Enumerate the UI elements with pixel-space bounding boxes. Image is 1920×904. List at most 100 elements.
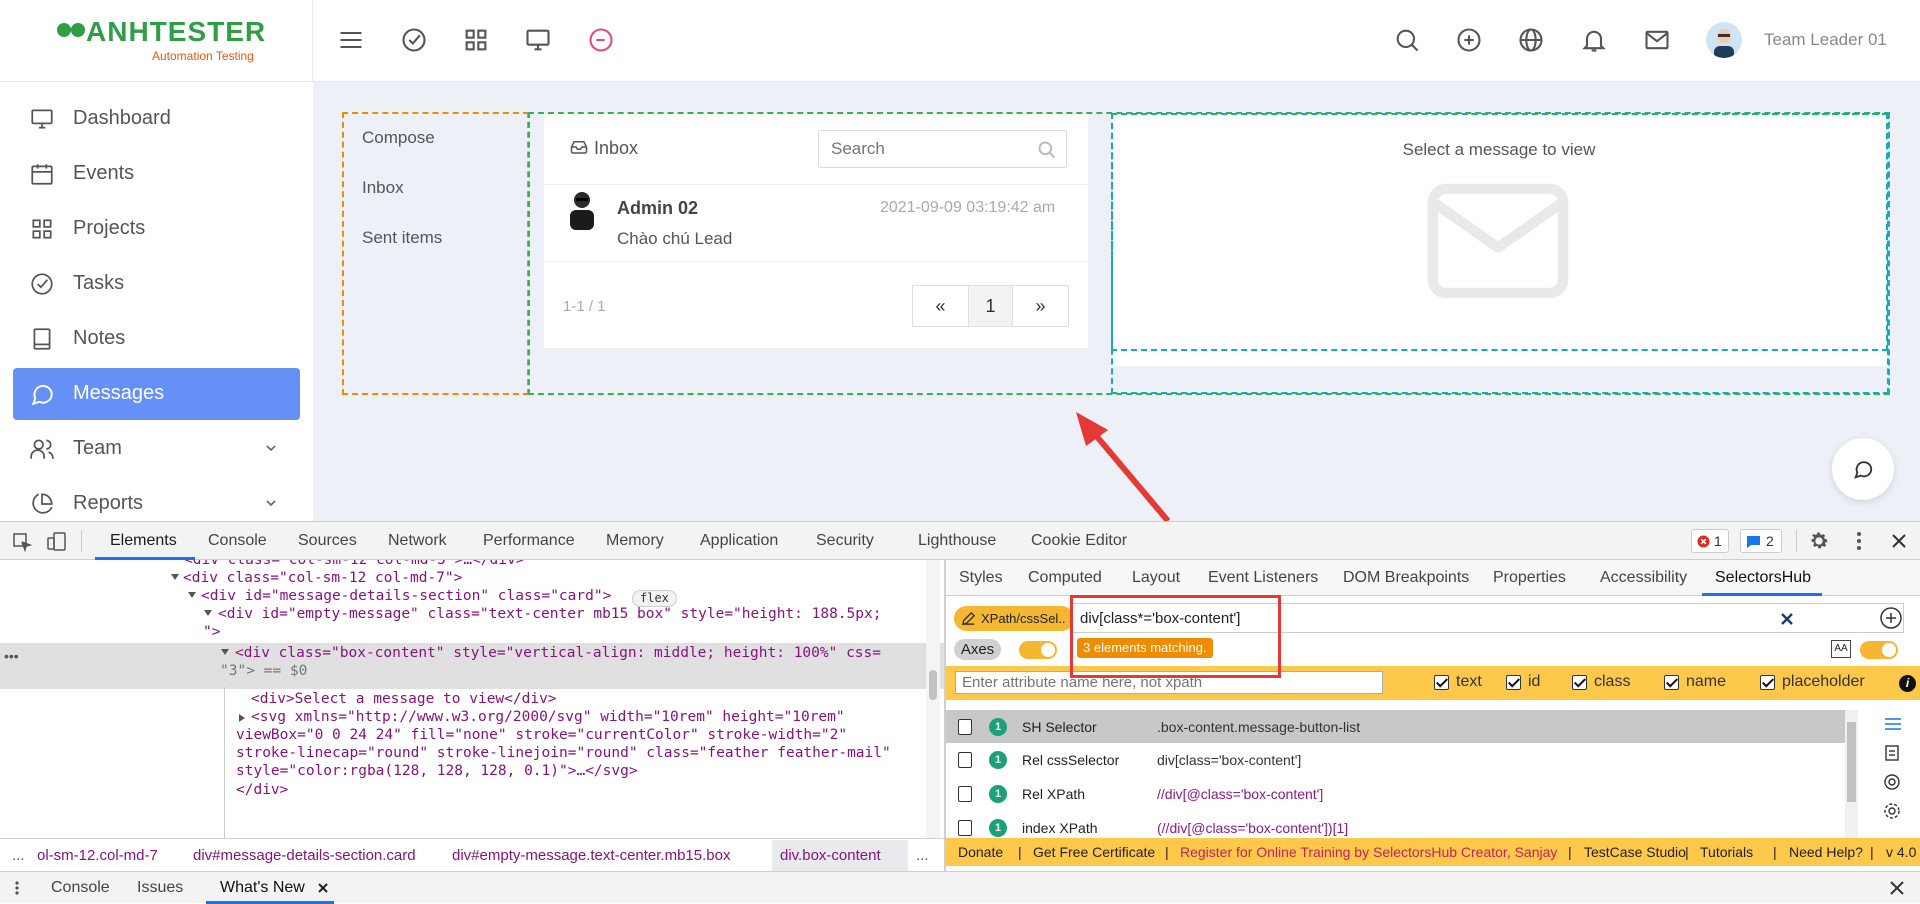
axes-toggle[interactable]: [1019, 641, 1057, 659]
logo-area[interactable]: ANHTESTER Automation Testing: [0, 0, 313, 82]
monitor-icon[interactable]: [524, 26, 552, 54]
breadcrumb-item[interactable]: div#empty-message.text-center.mb15.box: [452, 847, 730, 864]
user-name[interactable]: Team Leader 01: [1764, 30, 1887, 50]
more-dots[interactable]: •••: [4, 648, 19, 664]
checkbox-id[interactable]: [1506, 675, 1521, 690]
tab-layout[interactable]: Layout: [1132, 569, 1180, 587]
expand-triangle-icon[interactable]: [237, 713, 247, 723]
bell-icon[interactable]: [1580, 26, 1608, 54]
tab-sources[interactable]: Sources: [298, 532, 357, 550]
copy-icon[interactable]: [958, 719, 972, 735]
dom-node[interactable]: <div id="message-details-section" class=…: [201, 588, 611, 604]
sidebar-item-events[interactable]: Events: [13, 148, 300, 200]
footer-link-tutorials[interactable]: Tutorials: [1700, 844, 1753, 860]
tab-selectorshub[interactable]: SelectorsHub: [1715, 569, 1811, 587]
mail-icon[interactable]: [1643, 26, 1671, 54]
grid-icon[interactable]: [462, 26, 490, 54]
settings-lines-icon[interactable]: [1884, 717, 1902, 731]
tab-network[interactable]: Network: [388, 532, 447, 550]
dom-node[interactable]: <div>Select a message to view</div>: [251, 691, 557, 707]
info-icon[interactable]: i: [1899, 675, 1916, 692]
close-icon[interactable]: [1890, 881, 1904, 895]
dom-node-selected[interactable]: <div class="box-content" style="vertical…: [235, 645, 881, 661]
pagination-page-button[interactable]: 1: [968, 285, 1013, 327]
selector-value[interactable]: //div[@class='box-content']: [1157, 786, 1323, 802]
flex-badge[interactable]: flex: [632, 590, 677, 607]
footer-link-donate[interactable]: Donate: [958, 844, 1003, 860]
sidebar-item-tasks[interactable]: Tasks: [13, 258, 300, 310]
selector-value[interactable]: div[class='box-content']: [1157, 752, 1301, 768]
selector-row[interactable]: 1 index XPath (//div[@class='box-content…: [946, 811, 1845, 838]
message-count-badge[interactable]: 2: [1740, 529, 1782, 553]
checkbox-name[interactable]: [1664, 675, 1679, 690]
selector-row[interactable]: 1 Rel XPath //div[@class='box-content']: [946, 777, 1845, 810]
tab-console[interactable]: Console: [208, 532, 267, 550]
collapse-triangle-icon[interactable]: [203, 608, 213, 618]
dom-node[interactable]: <svg xmlns="http://www.w3.org/2000/svg" …: [251, 709, 845, 725]
copy-icon[interactable]: [958, 820, 972, 836]
selector-row[interactable]: 1 SH Selector .box-content.message-butto…: [946, 710, 1845, 743]
drawer-tab-console[interactable]: Console: [51, 879, 110, 897]
checkbox-placeholder[interactable]: [1760, 675, 1775, 690]
tab-lighthouse[interactable]: Lighthouse: [918, 532, 996, 550]
gear-icon[interactable]: [1883, 802, 1901, 820]
collapse-triangle-icon[interactable]: [170, 572, 180, 582]
scrollbar-track[interactable]: [1845, 710, 1858, 838]
clear-icon[interactable]: [1781, 613, 1793, 625]
more-vertical-icon[interactable]: [14, 880, 20, 896]
globe-icon[interactable]: [1517, 26, 1545, 54]
copy-icon[interactable]: [958, 786, 972, 802]
sidebar-item-messages[interactable]: Messages: [13, 368, 300, 420]
tab-memory[interactable]: Memory: [606, 532, 664, 550]
sidebar-item-dashboard[interactable]: Dashboard: [13, 93, 300, 145]
message-list-item[interactable]: Admin 02 2021-09-09 03:19:42 am Chào chú…: [544, 185, 1088, 261]
tab-properties[interactable]: Properties: [1493, 569, 1566, 587]
plus-circle-icon[interactable]: [1455, 26, 1483, 54]
plus-circle-icon[interactable]: [1879, 606, 1903, 630]
breadcrumb-item[interactable]: div#message-details-section.card: [193, 847, 416, 864]
footer-link-testcase-studio[interactable]: TestCase Studio: [1584, 844, 1686, 860]
search-icon[interactable]: [1037, 140, 1057, 160]
footer-link-help[interactable]: Need Help?: [1789, 844, 1863, 860]
tab-performance[interactable]: Performance: [483, 532, 575, 550]
copy-icon[interactable]: [958, 752, 972, 768]
dom-node[interactable]: <div class="col-sm-12 col-md-5">…</div>: [184, 560, 524, 568]
tab-security[interactable]: Security: [816, 532, 874, 550]
chat-button[interactable]: [1832, 438, 1894, 500]
tab-computed[interactable]: Computed: [1028, 569, 1102, 587]
dom-node[interactable]: </div>: [236, 782, 288, 798]
footer-link-training[interactable]: Register for Online Training by Selector…: [1180, 844, 1557, 860]
scrollbar-thumb[interactable]: [929, 670, 937, 700]
selector-row[interactable]: 1 Rel cssSelector div[class='box-content…: [946, 743, 1845, 776]
mode-toggle-button[interactable]: XPath/cssSel..: [954, 606, 1074, 631]
tab-application[interactable]: Application: [700, 532, 778, 550]
device-toolbar-icon[interactable]: [46, 531, 68, 553]
tab-cookie-editor[interactable]: Cookie Editor: [1031, 532, 1127, 550]
tab-accessibility[interactable]: Accessibility: [1600, 569, 1687, 587]
drawer-tab-issues[interactable]: Issues: [137, 879, 183, 897]
collapse-triangle-icon[interactable]: [187, 590, 197, 600]
selector-value[interactable]: .box-content.message-button-list: [1157, 719, 1360, 735]
user-avatar[interactable]: [1706, 22, 1742, 58]
checkbox-class[interactable]: [1572, 675, 1587, 690]
tab-dom-breakpoints[interactable]: DOM Breakpoints: [1343, 569, 1469, 587]
scrollbar-thumb[interactable]: [1847, 722, 1856, 802]
drawer-tab-whats-new[interactable]: What's New: [220, 879, 305, 897]
folder-compose[interactable]: Compose: [362, 128, 435, 148]
folder-sent-items[interactable]: Sent items: [362, 228, 442, 248]
hamburger-menu-icon[interactable]: [337, 26, 365, 54]
breadcrumb-more[interactable]: ...: [916, 847, 929, 864]
search-input[interactable]: [831, 139, 1031, 159]
collapse-triangle-icon[interactable]: [220, 647, 230, 657]
sidebar-item-reports[interactable]: Reports: [13, 478, 300, 521]
target-icon[interactable]: [1883, 773, 1901, 791]
inspect-element-icon[interactable]: [12, 532, 32, 552]
dom-node[interactable]: <div class="col-sm-12 col-md-7">: [183, 570, 462, 586]
scrollbar-track[interactable]: [926, 560, 940, 838]
timer-icon[interactable]: [587, 26, 615, 54]
folder-inbox[interactable]: Inbox: [362, 178, 404, 198]
sidebar-item-notes[interactable]: Notes: [13, 313, 300, 365]
footer-link-certificate[interactable]: Get Free Certificate: [1033, 844, 1155, 860]
more-vertical-icon[interactable]: [1852, 531, 1866, 551]
selector-value[interactable]: (//div[@class='box-content'])[1]: [1157, 820, 1348, 836]
